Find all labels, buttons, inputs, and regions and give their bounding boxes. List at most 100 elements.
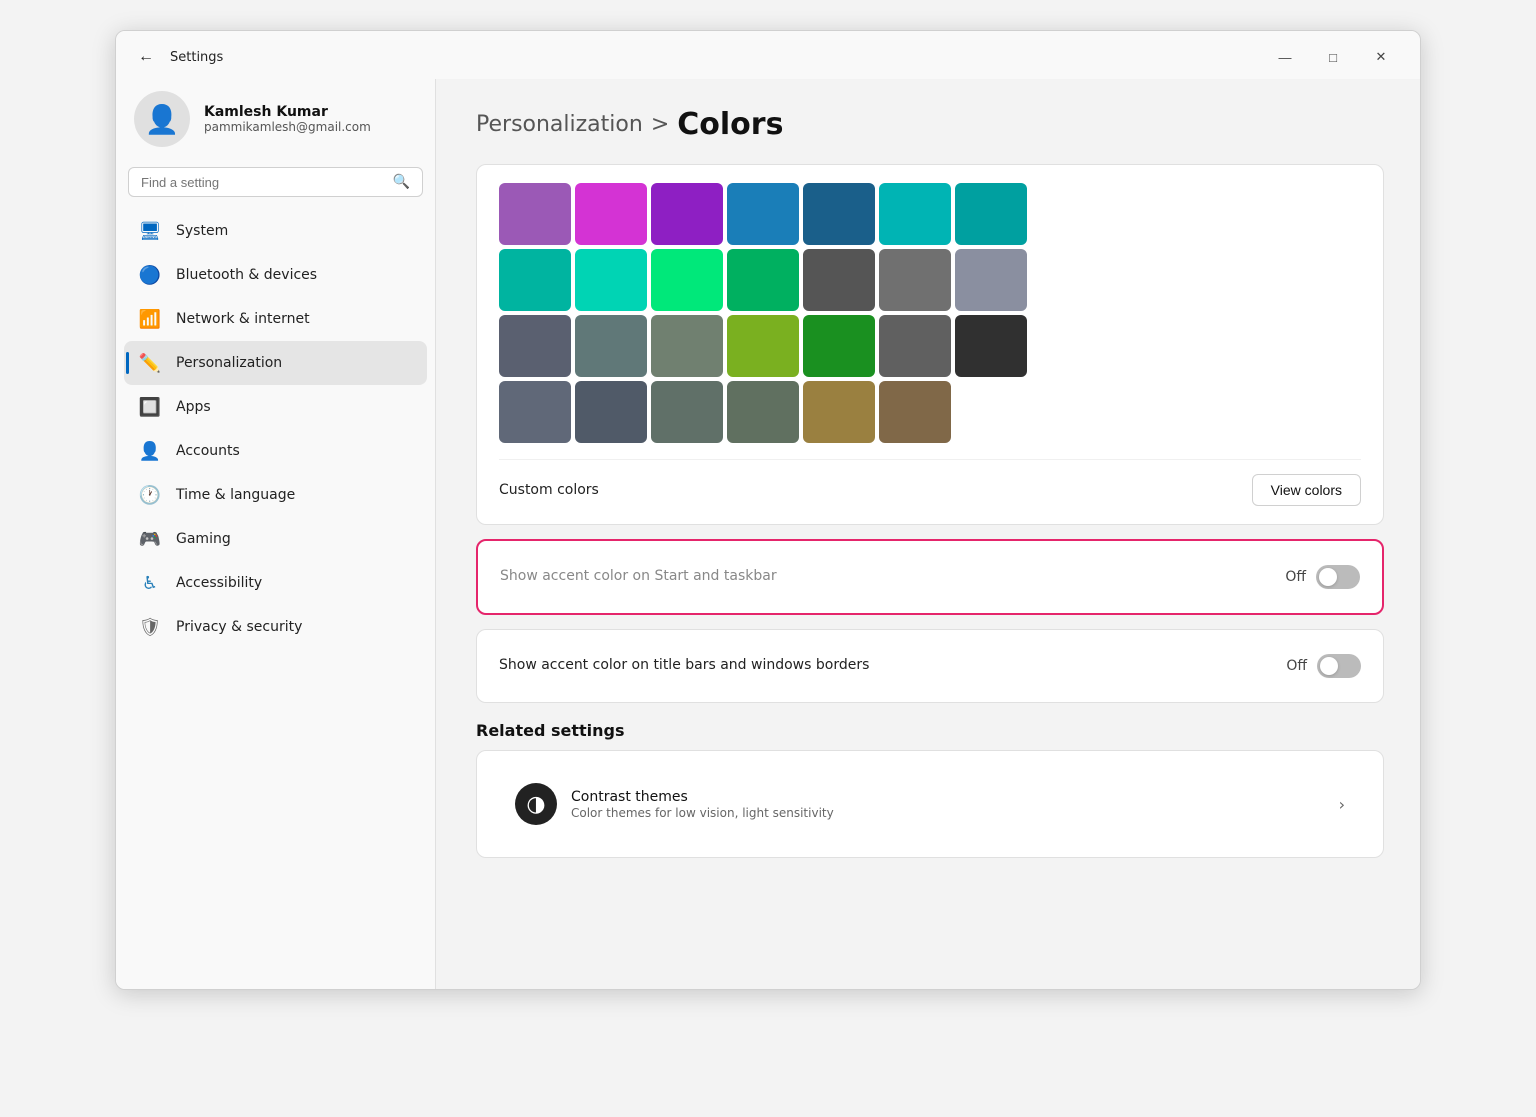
breadcrumb: Personalization — [476, 112, 643, 137]
color-swatch[interactable] — [727, 183, 799, 245]
accent-title-toggle[interactable] — [1317, 654, 1361, 678]
system-icon: 🖥 — [138, 219, 162, 243]
user-info: Kamlesh Kumar pammikamlesh@gmail.com — [204, 104, 371, 134]
color-swatch[interactable] — [955, 249, 1027, 311]
color-swatch[interactable] — [727, 381, 799, 443]
user-name: Kamlesh Kumar — [204, 104, 371, 120]
sidebar-label-system: System — [176, 223, 228, 239]
color-grid-card: Custom colors View colors — [476, 164, 1384, 525]
sidebar-item-bluetooth[interactable]: 🔵 Bluetooth & devices — [124, 253, 427, 297]
color-swatch[interactable] — [651, 315, 723, 377]
sidebar-item-gaming[interactable]: 🎮 Gaming — [124, 517, 427, 561]
accent-start-status: Off — [1285, 569, 1306, 585]
color-swatch[interactable] — [727, 315, 799, 377]
sidebar-label-accessibility: Accessibility — [176, 575, 262, 591]
accent-title-label: Show accent color on title bars and wind… — [499, 656, 869, 676]
sidebar-label-personalization: Personalization — [176, 355, 282, 371]
search-box[interactable]: 🔍 — [128, 167, 423, 197]
sidebar-label-apps: Apps — [176, 399, 211, 415]
color-swatch[interactable] — [803, 183, 875, 245]
titlebar-controls: — □ ✕ — [1262, 41, 1404, 73]
color-swatch[interactable] — [955, 381, 1027, 443]
accent-title-toggle-right: Off — [1286, 654, 1361, 678]
apps-icon: 🔲 — [138, 395, 162, 419]
close-button[interactable]: ✕ — [1358, 41, 1404, 73]
main-panel: Personalization > Colors Custom colors V… — [436, 79, 1420, 989]
accent-start-card: Show accent color on Start and taskbar O… — [476, 539, 1384, 615]
sidebar-item-network[interactable]: 📶 Network & internet — [124, 297, 427, 341]
contrast-themes-text: Contrast themes Color themes for low vis… — [571, 789, 834, 820]
color-swatch[interactable] — [499, 315, 571, 377]
sidebar-label-gaming: Gaming — [176, 531, 231, 547]
color-swatch[interactable] — [651, 249, 723, 311]
contrast-themes-item[interactable]: ◑ Contrast themes Color themes for low v… — [499, 769, 1361, 839]
accessibility-icon: ♿ — [138, 571, 162, 595]
privacy-icon: 🛡 — [138, 615, 162, 639]
minimize-button[interactable]: — — [1262, 41, 1308, 73]
sidebar: 👤 Kamlesh Kumar pammikamlesh@gmail.com 🔍… — [116, 79, 436, 989]
color-swatch[interactable] — [955, 183, 1027, 245]
custom-colors-label: Custom colors — [499, 482, 599, 498]
color-swatch[interactable] — [879, 249, 951, 311]
color-swatch[interactable] — [803, 381, 875, 443]
color-swatch[interactable] — [575, 249, 647, 311]
accent-start-label: Show accent color on Start and taskbar — [500, 567, 777, 587]
sidebar-item-personalization[interactable]: ✏️ Personalization — [124, 341, 427, 385]
contrast-icon-glyph: ◑ — [526, 792, 545, 817]
accent-start-toggle[interactable] — [1316, 565, 1360, 589]
avatar: 👤 — [134, 91, 190, 147]
color-swatch[interactable] — [575, 183, 647, 245]
page-title: Colors — [677, 107, 783, 142]
time-icon: 🕐 — [138, 483, 162, 507]
related-settings-title: Related settings — [476, 721, 1384, 740]
accent-start-toggle-row: Show accent color on Start and taskbar O… — [500, 559, 1360, 595]
contrast-themes-title: Contrast themes — [571, 789, 834, 805]
accent-title-card: Show accent color on title bars and wind… — [476, 629, 1384, 703]
titlebar: ← Settings — □ ✕ — [116, 31, 1420, 79]
color-swatch[interactable] — [955, 315, 1027, 377]
color-swatch[interactable] — [651, 381, 723, 443]
view-colors-button[interactable]: View colors — [1252, 474, 1361, 506]
network-icon: 📶 — [138, 307, 162, 331]
contrast-themes-icon: ◑ — [515, 783, 557, 825]
color-swatch[interactable] — [499, 249, 571, 311]
sidebar-item-time[interactable]: 🕐 Time & language — [124, 473, 427, 517]
color-swatch[interactable] — [575, 381, 647, 443]
color-swatch[interactable] — [803, 249, 875, 311]
maximize-button[interactable]: □ — [1310, 41, 1356, 73]
color-grid — [499, 183, 1361, 443]
accent-title-toggle-row: Show accent color on title bars and wind… — [499, 648, 1361, 684]
accounts-icon: 👤 — [138, 439, 162, 463]
color-swatch[interactable] — [803, 315, 875, 377]
page-header: Personalization > Colors — [476, 107, 1384, 142]
back-button[interactable]: ← — [132, 43, 160, 71]
sidebar-label-network: Network & internet — [176, 311, 310, 327]
related-settings-card: ◑ Contrast themes Color themes for low v… — [476, 750, 1384, 858]
sidebar-item-system[interactable]: 🖥 System — [124, 209, 427, 253]
sidebar-item-accessibility[interactable]: ♿ Accessibility — [124, 561, 427, 605]
user-profile: 👤 Kamlesh Kumar pammikamlesh@gmail.com — [124, 79, 427, 163]
titlebar-left: ← Settings — [132, 43, 223, 71]
color-swatch[interactable] — [879, 381, 951, 443]
color-swatch[interactable] — [575, 315, 647, 377]
color-swatch[interactable] — [499, 183, 571, 245]
contrast-themes-desc: Color themes for low vision, light sensi… — [571, 806, 834, 820]
sidebar-item-accounts[interactable]: 👤 Accounts — [124, 429, 427, 473]
window-title: Settings — [170, 50, 223, 65]
sidebar-label-time: Time & language — [176, 487, 295, 503]
sidebar-label-accounts: Accounts — [176, 443, 240, 459]
search-input[interactable] — [141, 175, 385, 190]
sidebar-item-apps[interactable]: 🔲 Apps — [124, 385, 427, 429]
color-swatch[interactable] — [727, 249, 799, 311]
color-swatch[interactable] — [879, 183, 951, 245]
gaming-icon: 🎮 — [138, 527, 162, 551]
accent-title-knob — [1320, 657, 1338, 675]
personalization-icon: ✏️ — [138, 351, 162, 375]
color-swatch[interactable] — [879, 315, 951, 377]
sidebar-item-privacy[interactable]: 🛡 Privacy & security — [124, 605, 427, 649]
user-email: pammikamlesh@gmail.com — [204, 120, 371, 134]
color-swatch[interactable] — [651, 183, 723, 245]
content-area: 👤 Kamlesh Kumar pammikamlesh@gmail.com 🔍… — [116, 79, 1420, 989]
color-swatch[interactable] — [499, 381, 571, 443]
bluetooth-icon: 🔵 — [138, 263, 162, 287]
